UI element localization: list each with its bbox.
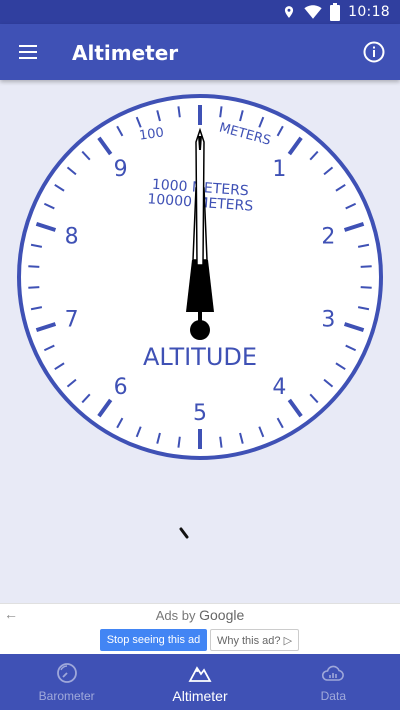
ads-by-label: Ads by [155,608,196,623]
status-icons: 10:18 [282,3,390,21]
google-label: Google [199,607,245,623]
minor-tick [360,265,372,268]
dial-numeral-2: 2 [321,224,335,249]
app-bar: Altimeter [0,24,400,80]
minor-tick [177,106,181,118]
dial-numeral-5: 5 [193,401,207,426]
dial-numeral-1: 1 [272,157,286,182]
gauge-icon [56,663,77,683]
nav-altimeter-label: Altimeter [172,688,228,704]
info-icon[interactable] [362,40,386,64]
altimeter-dial: 123456789 100 METERS 1000 METERS 10000 M… [0,80,400,480]
mountain-icon [188,666,212,682]
status-time: 10:18 [348,4,390,20]
status-bar: 10:18 [0,0,400,24]
nav-barometer[interactable]: Barometer [0,654,133,710]
dial-numeral-4: 4 [272,375,286,400]
label-altitude: ALTITUDE [143,343,257,371]
cloud-chart-icon [322,665,345,681]
hand-100 [195,127,205,266]
ad-banner: ← Ads by Google Stop seeing this ad Why … [0,603,400,654]
minor-tick [28,265,40,268]
bottom-nav: Barometer Altimeter Data [0,654,400,710]
nav-data-label: Data [320,689,346,703]
hand-hub [190,320,210,340]
ads-by-google: Ads by Google [0,607,400,623]
loading-spinner-icon [179,527,189,539]
minor-tick [360,286,372,289]
battery-icon [330,3,341,21]
menu-icon[interactable] [16,40,40,64]
dial-numeral-7: 7 [65,308,79,333]
minor-tick [219,106,223,118]
hand-100-base [195,265,205,312]
dial-numeral-3: 3 [321,308,335,333]
dial-numeral-9: 9 [114,157,128,182]
hand-stem [198,310,202,322]
wifi-icon [304,5,322,19]
location-icon [285,6,294,18]
nav-barometer-label: Barometer [38,689,95,703]
dial-face: 123456789 100 METERS 1000 METERS 10000 M… [17,94,383,460]
dial-numeral-6: 6 [114,375,128,400]
minor-tick [177,436,181,448]
why-this-ad-button[interactable]: Why this ad? ▷ [210,629,299,651]
page-title: Altimeter [72,41,179,65]
nav-data[interactable]: Data [267,654,400,710]
minor-tick [219,436,223,448]
dial-numeral-8: 8 [65,224,79,249]
nav-altimeter[interactable]: Altimeter [133,654,266,710]
minor-tick [28,286,40,289]
stop-seeing-ad-button[interactable]: Stop seeing this ad [100,629,207,651]
